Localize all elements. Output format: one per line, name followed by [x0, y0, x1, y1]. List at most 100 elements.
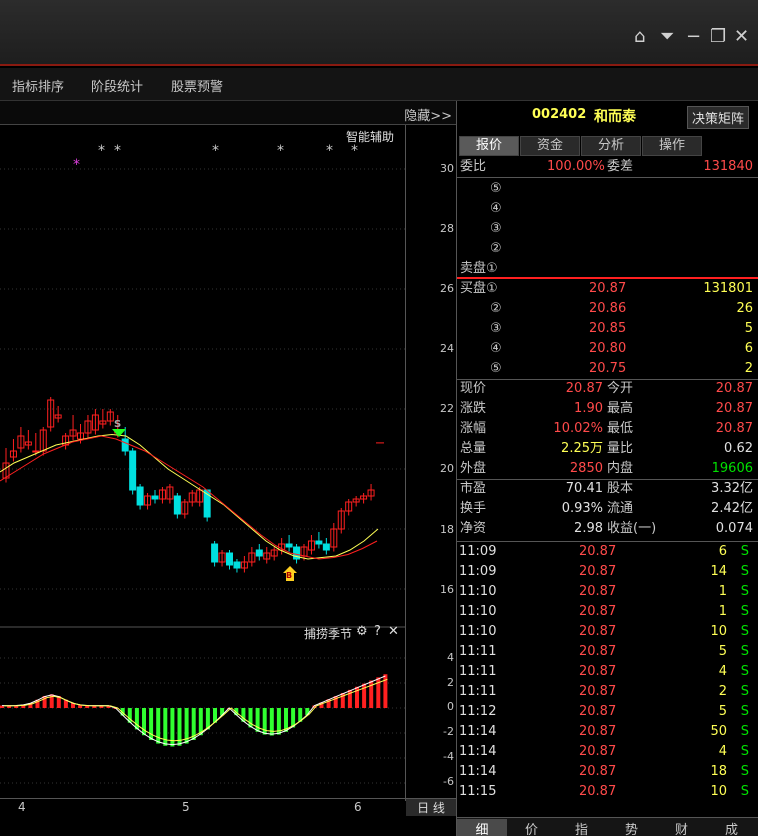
tick-price: 20.87: [579, 544, 617, 559]
stat-value: 1.90: [574, 401, 603, 416]
help-icon[interactable]: ?: [374, 624, 381, 639]
tick-price: 20.87: [579, 664, 617, 679]
candle-body: [255, 549, 263, 557]
ind-tick: 4: [447, 651, 454, 664]
tick-side: S: [740, 584, 749, 599]
bottom-tabs: 细 价 指 势 财 成: [457, 817, 758, 836]
fin-value: 3.32亿: [711, 481, 753, 496]
tick-price: 20.87: [579, 584, 617, 599]
tick-side: S: [740, 644, 749, 659]
tick-side: S: [740, 744, 749, 759]
tick-price: 20.87: [579, 644, 617, 659]
stat-row: 外盘 2850 内盘 19606: [457, 459, 758, 479]
tick-volume: 1: [718, 584, 727, 599]
home-icon[interactable]: ⌂: [634, 28, 645, 46]
stat-label: 涨幅: [460, 421, 487, 436]
tick-volume: 2: [718, 684, 727, 699]
y-tick: 20: [440, 462, 454, 475]
stat-label: 外盘: [460, 461, 487, 476]
buy-row[interactable]: ③ 20.85 5: [457, 319, 758, 339]
minimize-icon[interactable]: −: [686, 28, 701, 46]
buy-volume: 6: [744, 341, 753, 356]
y-tick: 22: [440, 402, 454, 415]
candle-body: [173, 495, 181, 515]
x-axis: [0, 798, 456, 816]
decision-matrix-button[interactable]: 决策矩阵: [687, 106, 750, 129]
sell-level-label: 卖盘①: [460, 261, 498, 276]
tick-price: 20.87: [579, 624, 617, 639]
tick-time: 11:12: [459, 704, 497, 719]
sell-signal-icon: S: [112, 419, 126, 437]
tab-quote[interactable]: 报价: [459, 136, 519, 156]
tick-volume: 10: [710, 784, 727, 799]
buy-price: 20.85: [589, 321, 627, 336]
tick-row: 11:10 20.87 1 S: [457, 602, 758, 622]
close-indicator-icon[interactable]: ✕: [388, 624, 399, 639]
stock-code: 002402: [532, 107, 587, 122]
tick-side: S: [740, 664, 749, 679]
indicator-title[interactable]: 捕捞季节: [304, 625, 352, 642]
tab-operation[interactable]: 操作: [642, 136, 702, 156]
tab-trend[interactable]: 势: [625, 819, 638, 836]
signal-star-icon: *: [351, 143, 358, 159]
buy-row[interactable]: ④ 20.80 6: [457, 339, 758, 359]
buy-volume: 5: [744, 321, 753, 336]
sell-level-label: ③: [490, 221, 502, 236]
y-tick: 28: [440, 222, 454, 235]
candle-body: [136, 486, 144, 506]
signal-star-icon: *: [212, 143, 219, 159]
signal-star-icon: *: [326, 143, 333, 159]
tab-volume[interactable]: 成: [725, 819, 738, 836]
tab-finance[interactable]: 财: [675, 819, 688, 836]
buy-row[interactable]: 买盘① 20.87 131801: [457, 279, 758, 299]
buy-volume: 26: [736, 301, 753, 316]
y-tick: 30: [440, 162, 454, 175]
tick-row: 11:14 20.87 4 S: [457, 742, 758, 762]
buy-row[interactable]: ② 20.86 26: [457, 299, 758, 319]
tab-analysis[interactable]: 分析: [581, 136, 641, 156]
gear-icon[interactable]: ⚙: [356, 624, 368, 639]
tick-side: S: [740, 764, 749, 779]
tab-fund[interactable]: 资金: [520, 136, 580, 156]
tick-price: 20.87: [579, 724, 617, 739]
period-button[interactable]: 日 线: [406, 799, 456, 816]
stat-value: 0.62: [724, 441, 753, 456]
tick-price: 20.87: [579, 684, 617, 699]
buy-signal-icon: B: [283, 566, 297, 582]
tick-volume: 4: [718, 664, 727, 679]
buy-price: 20.87: [589, 281, 627, 296]
sell-row: ⑤: [457, 179, 758, 199]
tick-volume: 18: [710, 764, 727, 779]
tab-index[interactable]: 指: [575, 819, 588, 836]
buy-volume: 2: [744, 361, 753, 376]
menu-item-stock-alert[interactable]: 股票预警: [171, 76, 223, 95]
close-icon[interactable]: ✕: [734, 28, 749, 46]
tick-row: 11:10 20.87 10 S: [457, 622, 758, 642]
hide-button[interactable]: 隐藏>>: [404, 105, 452, 124]
quote-tabs: 报价 资金 分析 操作: [457, 136, 758, 156]
menu-item-stage-stats[interactable]: 阶段统计: [91, 76, 143, 95]
tab-detail[interactable]: 细: [457, 819, 507, 836]
tick-row: 11:12 20.87 5 S: [457, 702, 758, 722]
fin-label: 市盈: [460, 481, 487, 496]
tab-price[interactable]: 价: [525, 819, 538, 836]
stat-label: 量比: [607, 441, 634, 456]
restore-icon[interactable]: ❐: [710, 28, 726, 46]
assist-label[interactable]: 智能辅助: [346, 128, 394, 145]
weibi-value: 100.00%: [547, 159, 605, 174]
tick-volume: 50: [710, 724, 727, 739]
sell-row: ②: [457, 239, 758, 259]
buy-price: 20.86: [589, 301, 627, 316]
dropdown-icon[interactable]: ⏷: [660, 28, 674, 46]
tick-side: S: [740, 784, 749, 799]
kline-chart[interactable]: * * * * * * *: [0, 125, 405, 800]
menu-item-indicator-sort[interactable]: 指标排序: [12, 76, 64, 95]
ind-tick: -4: [443, 750, 454, 763]
y-tick: 16: [440, 583, 454, 596]
tick-time: 11:10: [459, 604, 497, 619]
weicha-label: 委差: [607, 159, 634, 174]
stat-value: 10.02%: [553, 421, 603, 436]
stat-row: 涨幅 10.02% 最低 20.87: [457, 419, 758, 439]
buy-row[interactable]: ⑤ 20.75 2: [457, 359, 758, 379]
buy-price: 20.75: [589, 361, 627, 376]
